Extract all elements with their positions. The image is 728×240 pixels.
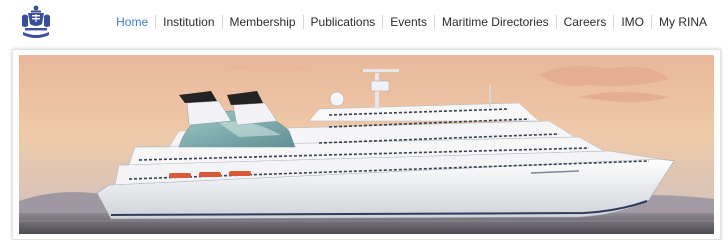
nav-imo[interactable]: IMO [614, 15, 651, 29]
nav-institution[interactable]: Institution [156, 15, 221, 29]
rina-crest-icon[interactable] [19, 4, 53, 40]
nav-events[interactable]: Events [383, 15, 434, 29]
nav-publications[interactable]: Publications [304, 15, 383, 29]
nav-maritime-directories[interactable]: Maritime Directories [435, 15, 556, 29]
nav-my-rina[interactable]: My RINA [652, 15, 714, 29]
hero-banner-image [19, 55, 714, 234]
main-nav: Home Institution Membership Publications… [109, 15, 714, 29]
hero-banner-frame [12, 49, 721, 240]
site-header: Home Institution Membership Publications… [0, 0, 728, 44]
nav-careers[interactable]: Careers [557, 15, 614, 29]
nav-home[interactable]: Home [109, 15, 155, 29]
nav-membership[interactable]: Membership [223, 15, 303, 29]
